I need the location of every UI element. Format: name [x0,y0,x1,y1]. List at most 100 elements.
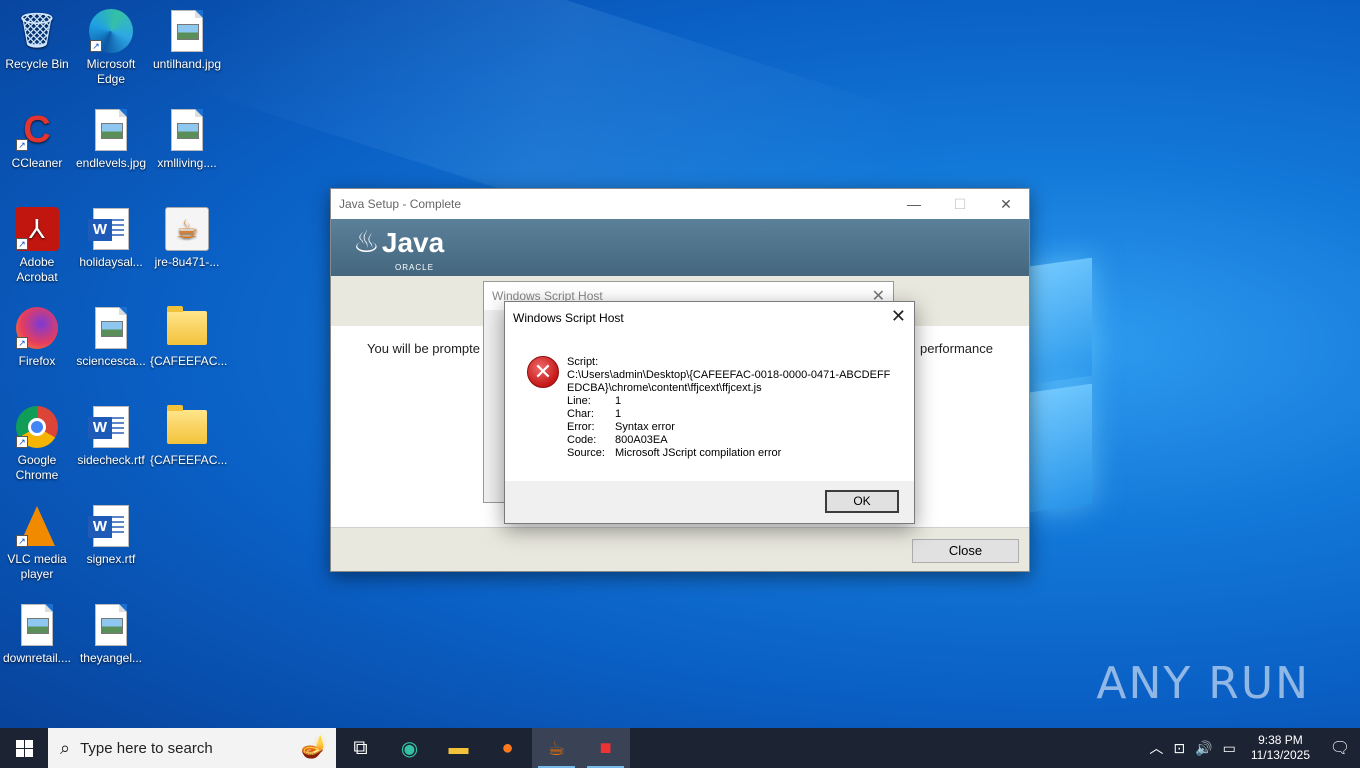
chrome-icon: ↗ [14,404,60,450]
edge-icon: ◉ [400,737,419,760]
field-value: Syntax error [615,421,675,433]
script-host-icon: ■ [599,736,612,759]
desktop-icon-downretail[interactable]: downretail.... [0,602,74,666]
wsh-error-dialog: Windows Script Host ✕ ✕ Script: C:\Users… [504,301,915,524]
close-icon[interactable]: ✕ [891,306,906,327]
close-button[interactable]: Close [912,539,1019,563]
desktop-icon-holidaysal[interactable]: W holidaysal... [74,206,148,270]
notification-icon[interactable]: 🗨 [1320,738,1360,758]
desktop-icon-adobe-acrobat[interactable]: ⅄ ↗ Adobe Acrobat [0,206,74,285]
image-file-icon [14,602,60,648]
error-field-code: Code: 800A03EA [567,434,897,447]
desktop-icon-google-chrome[interactable]: ↗ Google Chrome [0,404,74,483]
taskbar-firefox[interactable]: ● [483,728,532,768]
error-message: Script: C:\Users\admin\Desktop\{CAFEEFAC… [567,356,897,460]
oracle-label: ORACLE [395,263,434,272]
java-window-title: Java Setup - Complete [339,197,462,211]
desktop-icon-label: Google Chrome [15,453,59,482]
desktop-icon-vlc[interactable]: ↗ VLC media player [0,503,74,582]
clock[interactable]: 9:38 PM 11/13/2025 [1241,733,1320,763]
wsh-title: Windows Script Host [513,311,624,325]
desktop-icon-sciencesca[interactable]: sciencesca... [74,305,148,369]
desktop-icon-label: Recycle Bin [5,57,69,71]
desktop-icon-label: sidecheck.rtf [77,453,145,467]
vlc-icon: ↗ [14,503,60,549]
desktop-icon-label: Adobe Acrobat [16,255,58,284]
folder-icon [164,305,210,351]
desktop-icon-cafeefac-folder-2[interactable]: {CAFEEFAC... [150,404,227,468]
desktop-icon-untilhand[interactable]: untilhand.jpg [150,8,224,72]
java-titlebar[interactable]: Java Setup - Complete — ☐ ✕ [331,189,1029,219]
windows-logo-icon [15,739,33,757]
field-value: 1 [615,395,622,407]
minimize-icon[interactable]: — [891,196,937,213]
desktop-icon-label: xmlliving.... [157,156,217,170]
task-view-button[interactable]: ⧉ [336,728,385,768]
ccleaner-icon: C ↗ [14,107,60,153]
word-file-icon: W [88,404,134,450]
desktop-icon-firefox[interactable]: ↗ Firefox [0,305,74,369]
folder-icon: ▬ [448,736,469,759]
desktop-icon-microsoft-edge[interactable]: ↗ Microsoft Edge [74,8,148,87]
desktop-icon-signex[interactable]: W signex.rtf [74,503,148,567]
search-placeholder: Type here to search [80,739,213,757]
java-body-text-left: You will be prompte [367,341,480,356]
search-highlight-icon[interactable]: 🪔 [301,734,328,760]
error-field-source: Source: Microsoft JScript compilation err… [567,447,897,460]
display-icon[interactable]: ▭ [1218,740,1241,757]
clock-time: 9:38 PM [1258,733,1303,747]
folder-icon [164,404,210,450]
java-logo-text: Java [381,227,445,258]
maximize-icon: ☐ [953,195,967,212]
firefox-icon: ● [501,736,514,759]
field-value: 1 [615,408,622,420]
desktop-icon-sidecheck[interactable]: W sidecheck.rtf [74,404,148,468]
desktop-icon-ccleaner[interactable]: C ↗ CCleaner [0,107,74,171]
word-file-icon: W [88,503,134,549]
java-icon: ☕ [547,737,566,760]
desktop-icon-label: VLC media player [7,552,67,581]
wsh-titlebar[interactable]: Windows Script Host ✕ [505,302,914,334]
taskbar-search[interactable]: ⌕ Type here to search 🪔 [48,728,336,768]
desktop-icon-label: jre-8u471-... [154,255,220,269]
acrobat-icon: ⅄ ↗ [14,206,60,252]
taskbar-edge[interactable]: ◉ [385,728,434,768]
desktop-icon-label: holidaysal... [79,255,143,269]
volume-icon[interactable]: 🔊 [1190,740,1217,757]
ok-button[interactable]: OK [825,490,899,513]
taskbar-file-explorer[interactable]: ▬ [434,728,483,768]
desktop-icon-xmlliving[interactable]: xmlliving.... [150,107,224,171]
taskbar-script-host[interactable]: ■ [581,728,630,768]
clock-date: 11/13/2025 [1250,748,1310,762]
desktop-icon-endlevels[interactable]: endlevels.jpg [74,107,148,171]
desktop-icon-theyangel[interactable]: theyangel... [74,602,148,666]
field-value: 800A03EA [615,434,668,446]
error-field-line: Line: 1 [567,395,897,408]
field-key: Code: [567,434,597,446]
field-key: Char: [567,408,594,420]
image-file-icon [164,8,210,54]
recycle-bin-icon: 🗑 [15,11,59,50]
desktop-icon-jre-installer[interactable]: ☕ jre-8u471-... [150,206,224,270]
java-installer-icon: ☕ [164,206,210,252]
error-field-error: Error: Syntax error [567,421,897,434]
close-icon[interactable]: ✕ [983,196,1029,213]
desktop-icon-label: signex.rtf [86,552,136,566]
network-icon[interactable]: ⊡ [1168,740,1190,757]
edge-icon: ↗ [88,8,134,54]
field-key: Line: [567,395,591,407]
chevron-up-icon[interactable]: ︿ [1144,738,1168,758]
firefox-icon: ↗ [14,305,60,351]
start-button[interactable] [0,728,48,768]
desktop-icon-cafeefac-folder-1[interactable]: {CAFEEFAC... [150,305,227,369]
script-path-line-1: C:\Users\admin\Desktop\{CAFEEFAC-0018-00… [567,369,891,381]
desktop-icon-label: theyangel... [79,651,143,665]
java-cup-icon: ♨ [353,226,380,259]
taskbar: ⌕ Type here to search 🪔 ⧉ ◉ ▬ ● ☕ ■ ︿ ⊡ … [0,728,1360,768]
image-file-icon [88,107,134,153]
image-file-icon [88,602,134,648]
desktop-icon-recycle-bin[interactable]: 🗑 Recycle Bin [0,8,74,72]
taskbar-java-setup[interactable]: ☕ [532,728,581,768]
desktop-icon-label: untilhand.jpg [152,57,222,71]
script-path-line-2: EDCBA}\chrome\content\ffjcext\ffjcext.js [567,382,762,394]
